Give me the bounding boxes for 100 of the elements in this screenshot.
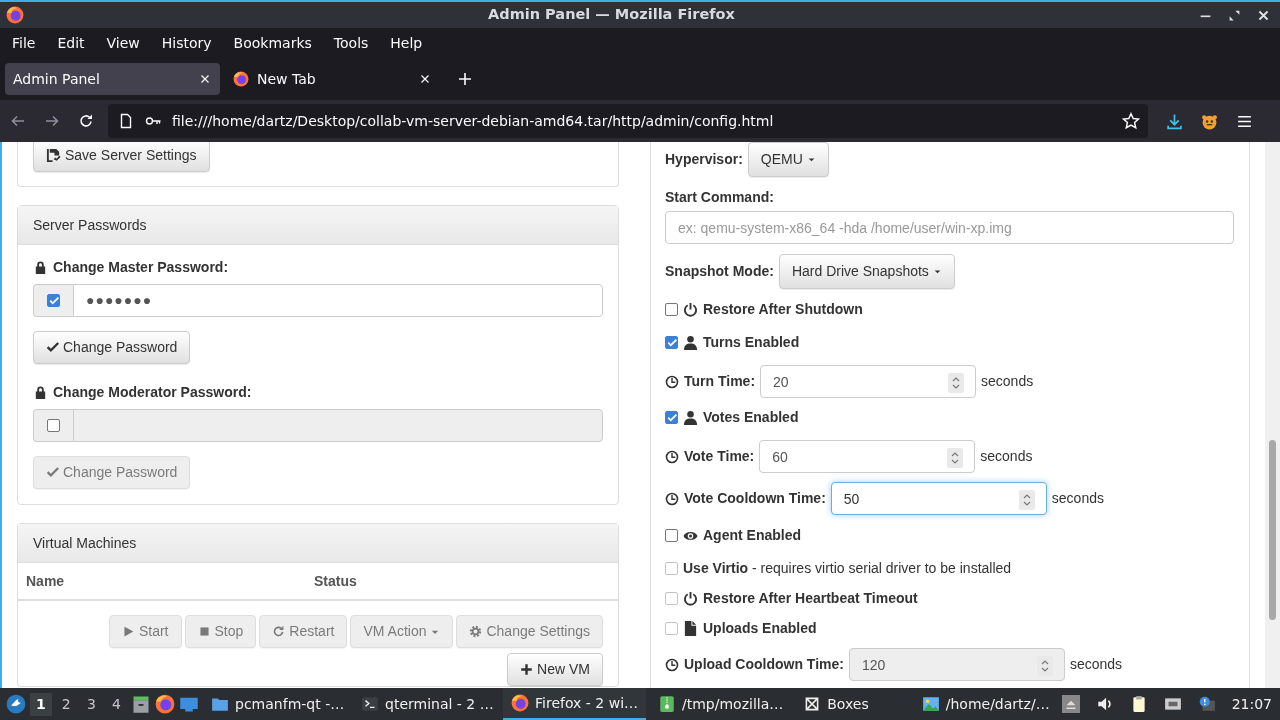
clock-icon [665,374,679,389]
notification-icon[interactable] [1197,695,1216,713]
menu-item[interactable]: Bookmarks [233,32,312,54]
number-field[interactable]: 60 [759,440,976,473]
browser-logo-icon[interactable] [155,694,176,714]
refresh-icon [272,625,286,638]
taskbar-button[interactable]: Boxes [795,688,910,720]
spinner-icon[interactable] [947,448,964,468]
field-label: Change Moderator Password: [53,383,252,402]
browser-tab[interactable]: New Tab [225,63,440,95]
scrollbar-thumb[interactable] [1269,440,1276,620]
extension-icon[interactable] [1201,112,1218,130]
checkbox-addon[interactable] [33,284,73,317]
checkbox-label: Uploads Enabled [703,619,817,638]
field-label: Hypervisor: [665,150,743,169]
field-label: Snapshot Mode: [665,262,774,281]
download-icon[interactable] [1166,112,1183,130]
taskbar-button[interactable]: qterminal - 2 … [353,688,500,720]
maximize-icon[interactable] [1228,8,1241,22]
field-label: Change Master Password: [53,258,229,277]
desktop-switcher[interactable]: 4 [105,692,128,716]
checkbox[interactable] [47,294,60,307]
user-icon [683,335,698,350]
checkbox[interactable] [665,529,678,542]
menu-item[interactable]: View [106,32,140,54]
checkbox[interactable] [47,419,60,432]
window-title: Admin Panel — Mozilla Firefox [487,5,736,25]
browser-tab[interactable]: Admin Panel [5,63,220,95]
file-icon [683,621,698,636]
password-field[interactable]: ●●●●●●● [73,284,603,317]
checkbox[interactable] [665,336,678,349]
taskbar-button[interactable]: pcmanfm-qt -… [203,688,350,720]
lock-icon [33,260,48,275]
checkbox-addon[interactable] [33,409,73,442]
menu-item[interactable]: Edit [57,32,85,54]
image-icon [921,695,940,713]
star-icon[interactable] [1122,112,1140,130]
reload-icon[interactable] [78,113,94,129]
settings-icon [469,625,483,638]
column-header: Status [314,571,357,591]
save-button[interactable]: Save Server Settings [33,142,210,172]
dropdown-button[interactable]: Hard Drive Snapshots [778,254,955,289]
menu-item[interactable]: File [12,32,36,54]
archive-icon [658,695,676,713]
checkbox-label: Turns Enabled [703,333,800,352]
command-field[interactable]: ex: qemu-system-x86_64 -hda /home/user/win-xp.img [665,211,1234,244]
unit-label: seconds [1051,489,1104,508]
terminal-icon [361,695,380,713]
checkbox-label: Restore After Heartbeat Timeout [703,589,918,608]
checkbox-label: Restore After Shutdown [703,300,863,319]
close-icon[interactable] [1257,8,1270,22]
panel-header: Virtual Machines [18,524,618,563]
eject-icon[interactable] [1061,695,1080,713]
checkbox-label: Use Virtio - requires virtio serial driver to be installed [683,559,1012,578]
desktop-switcher[interactable]: 2 [55,692,77,716]
field-label: Start Command: [665,188,775,207]
desktop-switcher[interactable]: 3 [80,692,102,716]
unit-label: seconds [980,447,1033,466]
taskbar-button[interactable]: /tmp/mozilla… [650,688,792,720]
stop-icon [197,625,211,638]
power-icon [683,302,698,317]
network-icon[interactable] [1163,695,1182,713]
unit-label: seconds [981,372,1034,391]
taskbar-button[interactable]: Firefox - 2 wi… [503,688,646,720]
column-header: Name [26,571,66,591]
check-icon [46,466,59,479]
checkbox[interactable] [665,411,678,424]
clock-icon [665,657,679,672]
desktop-switcher[interactable]: 1 [30,692,52,716]
number-field[interactable]: 20 [760,365,977,398]
file-cabinet-icon[interactable] [131,694,152,714]
browser-logo-icon [511,694,530,712]
unit-label: seconds [1069,655,1123,674]
menu-item[interactable]: Help [390,32,423,54]
field-label: Vote Time: [684,447,755,466]
menu-item[interactable]: History [161,32,212,54]
field-label: Upload Cooldown Time: [684,655,844,674]
back-icon[interactable] [10,113,26,129]
volume-icon[interactable] [1095,695,1114,713]
spinner-icon[interactable] [948,373,965,393]
change-password-button[interactable]: Change Password [33,331,191,364]
check-icon [666,412,677,423]
browser-logo-icon [6,6,24,24]
clock-icon [665,491,679,506]
lock-icon [33,385,48,400]
forward-icon[interactable] [44,113,60,129]
clock-label: 21:07 [1231,694,1272,714]
number-field[interactable]: 50 [830,482,1047,515]
document-icon [118,113,134,129]
start-menu-icon[interactable] [6,694,26,714]
checkbox-label: Agent Enabled [703,526,801,545]
new-vm-button[interactable]: New VM [507,653,603,686]
checkbox[interactable] [665,303,678,316]
menu-item[interactable]: Tools [333,32,369,54]
dropdown-button[interactable]: QEMU [747,142,829,177]
taskbar-button[interactable]: /home/dartz/… [913,688,1058,720]
panel-header: Server Passwords [18,206,618,245]
address-bar[interactable]: file:///home/dartz/Desktop/collab-vm-server-debian-amd64.tar/http/admin/config.html [108,104,1148,138]
new-tab-icon[interactable] [457,71,473,87]
check-icon [46,341,59,354]
